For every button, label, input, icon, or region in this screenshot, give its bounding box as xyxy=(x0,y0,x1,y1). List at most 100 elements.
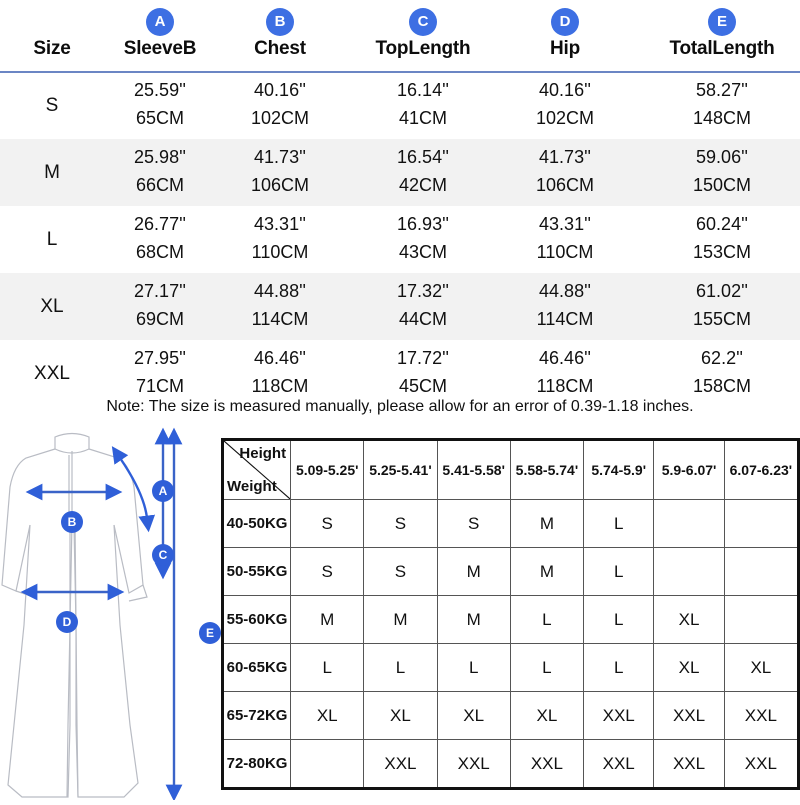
hw-size-cell: L xyxy=(290,643,365,692)
value-cm: 153CM xyxy=(692,242,752,262)
hw-weight-label: 50-55KG xyxy=(221,547,292,596)
hw-weight-label: 55-60KG xyxy=(221,595,292,644)
hw-corner-cell: Height Weight xyxy=(221,439,292,500)
hw-height-header: 5.74-5.9' xyxy=(583,439,655,500)
column-header-hip: D Hip xyxy=(480,0,650,60)
hw-size-cell: L xyxy=(583,595,655,644)
hw-header-row: Height Weight 5.09-5.25' 5.25-5.41' 5.41… xyxy=(221,439,800,500)
hw-size-cell: S xyxy=(363,499,438,548)
badge-c-icon: C xyxy=(409,8,437,36)
hw-size-cell: XL xyxy=(290,691,365,740)
value-cm: 102CM xyxy=(535,108,595,128)
hw-size-cell: XXL xyxy=(723,691,800,740)
hw-size-cell: XXL xyxy=(436,739,511,789)
size-table-header-row: Size A SleeveB B Chest C TopLength D Hip… xyxy=(0,0,800,73)
hw-table-row: 60-65KG L L L L L XL XL xyxy=(221,643,800,692)
hw-size-cell: XXL xyxy=(583,739,655,789)
table-row: L 26.77'' 68CM 43.31'' 110CM 16.93'' 43C… xyxy=(0,206,800,273)
hw-size-cell: XL xyxy=(363,691,438,740)
figure-badge-b-icon: B xyxy=(61,511,83,533)
value-cm: 148CM xyxy=(692,108,752,128)
hw-size-cell: XXL xyxy=(653,691,725,740)
hw-size-cell: L xyxy=(363,643,438,692)
value-inches: 60.24'' xyxy=(696,214,748,234)
hw-weight-label: 65-72KG xyxy=(221,691,292,740)
hw-height-header: 5.25-5.41' xyxy=(363,439,438,500)
value-inches: 43.31'' xyxy=(539,214,591,234)
height-weight-table: Height Weight 5.09-5.25' 5.25-5.41' 5.41… xyxy=(221,438,800,790)
hw-size-cell xyxy=(653,499,725,548)
table-row: M 25.98'' 66CM 41.73'' 106CM 16.54'' 42C… xyxy=(0,139,800,206)
hw-size-cell xyxy=(723,499,800,548)
figure-badge-c-icon: C xyxy=(152,544,174,566)
value-cm: 158CM xyxy=(692,376,752,396)
hw-table-row: 40-50KG S S S M L xyxy=(221,499,800,548)
hw-size-cell: S xyxy=(436,499,511,548)
hw-size-cell: XL xyxy=(436,691,511,740)
column-header-hip-label: Hip xyxy=(549,38,580,59)
table-row: XXL 27.95'' 71CM 46.46'' 118CM 17.72'' 4… xyxy=(0,340,800,407)
garment-diagram: A B C D E xyxy=(0,425,221,802)
hw-table-row: 72-80KG XXL XXL XXL XXL XXL XXL xyxy=(221,739,800,789)
hw-size-cell: XXL xyxy=(509,739,585,789)
value-inches: 58.27'' xyxy=(696,80,748,100)
badge-e-icon: E xyxy=(708,8,736,36)
value-inches: 62.2'' xyxy=(701,348,743,368)
hw-size-cell: XXL xyxy=(363,739,438,789)
hw-table-row: 50-55KG S S M M L xyxy=(221,547,800,596)
value-inches: 59.06'' xyxy=(696,147,748,167)
hw-size-cell: M xyxy=(290,595,365,644)
hw-height-header: 5.09-5.25' xyxy=(290,439,365,500)
hw-size-cell: L xyxy=(583,643,655,692)
hw-height-header: 5.9-6.07' xyxy=(653,439,725,500)
hw-size-cell: XXL xyxy=(723,739,800,789)
hw-size-cell: S xyxy=(290,547,365,596)
hw-weight-label: 40-50KG xyxy=(221,499,292,548)
hw-size-cell: L xyxy=(436,643,511,692)
hw-size-cell: XL xyxy=(723,643,800,692)
hw-size-cell: L xyxy=(583,547,655,596)
figure-badge-e-icon: E xyxy=(199,622,221,644)
badge-b-icon: B xyxy=(266,8,294,36)
figure-badge-d-icon: D xyxy=(56,611,78,633)
value-cm: 155CM xyxy=(692,309,752,329)
table-row: XL 27.17'' 69CM 44.88'' 114CM 17.32'' 44… xyxy=(0,273,800,340)
hw-size-cell: XL xyxy=(653,595,725,644)
value-cm: 118CM xyxy=(536,376,594,396)
value-inches: 61.02'' xyxy=(696,281,748,301)
value-inches: 40.16'' xyxy=(539,80,591,100)
size-measurement-table: Size A SleeveB B Chest C TopLength D Hip… xyxy=(0,0,800,415)
hw-size-cell: M xyxy=(436,595,511,644)
value-cm: 110CM xyxy=(536,242,594,262)
hw-size-cell xyxy=(653,547,725,596)
hw-size-cell: M xyxy=(436,547,511,596)
hw-weight-label: 60-65KG xyxy=(221,643,292,692)
hw-height-header: 5.41-5.58' xyxy=(436,439,511,500)
hw-size-cell: XXL xyxy=(653,739,725,789)
hw-size-cell: L xyxy=(583,499,655,548)
hw-size-cell: XXL xyxy=(583,691,655,740)
value-cm: 106CM xyxy=(535,175,595,195)
badge-d-icon: D xyxy=(551,8,579,36)
column-header-totallength: E TotalLength xyxy=(637,0,800,60)
hw-size-cell: XL xyxy=(653,643,725,692)
value-cm: 150CM xyxy=(692,175,752,195)
value-inches: 44.88'' xyxy=(539,281,591,301)
garment-svg xyxy=(1,427,183,802)
corner-height-label: Height xyxy=(239,445,287,462)
badge-a-icon: A xyxy=(146,8,174,36)
hw-size-cell xyxy=(723,547,800,596)
hw-height-header: 5.58-5.74' xyxy=(509,439,585,500)
hw-size-cell: L xyxy=(509,595,585,644)
hw-size-cell: XL xyxy=(509,691,585,740)
hw-size-cell: L xyxy=(509,643,585,692)
hw-size-cell: S xyxy=(363,547,438,596)
hw-size-cell: S xyxy=(290,499,365,548)
hw-table-row: 65-72KG XL XL XL XL XXL XXL XXL xyxy=(221,691,800,740)
hw-weight-label: 72-80KG xyxy=(221,739,292,789)
table-row: S 25.59'' 65CM 40.16'' 102CM 16.14'' 41C… xyxy=(0,72,800,139)
hw-size-cell: M xyxy=(509,547,585,596)
value-cm: 114CM xyxy=(536,309,594,329)
hw-size-cell xyxy=(290,739,365,789)
hw-size-cell: M xyxy=(363,595,438,644)
